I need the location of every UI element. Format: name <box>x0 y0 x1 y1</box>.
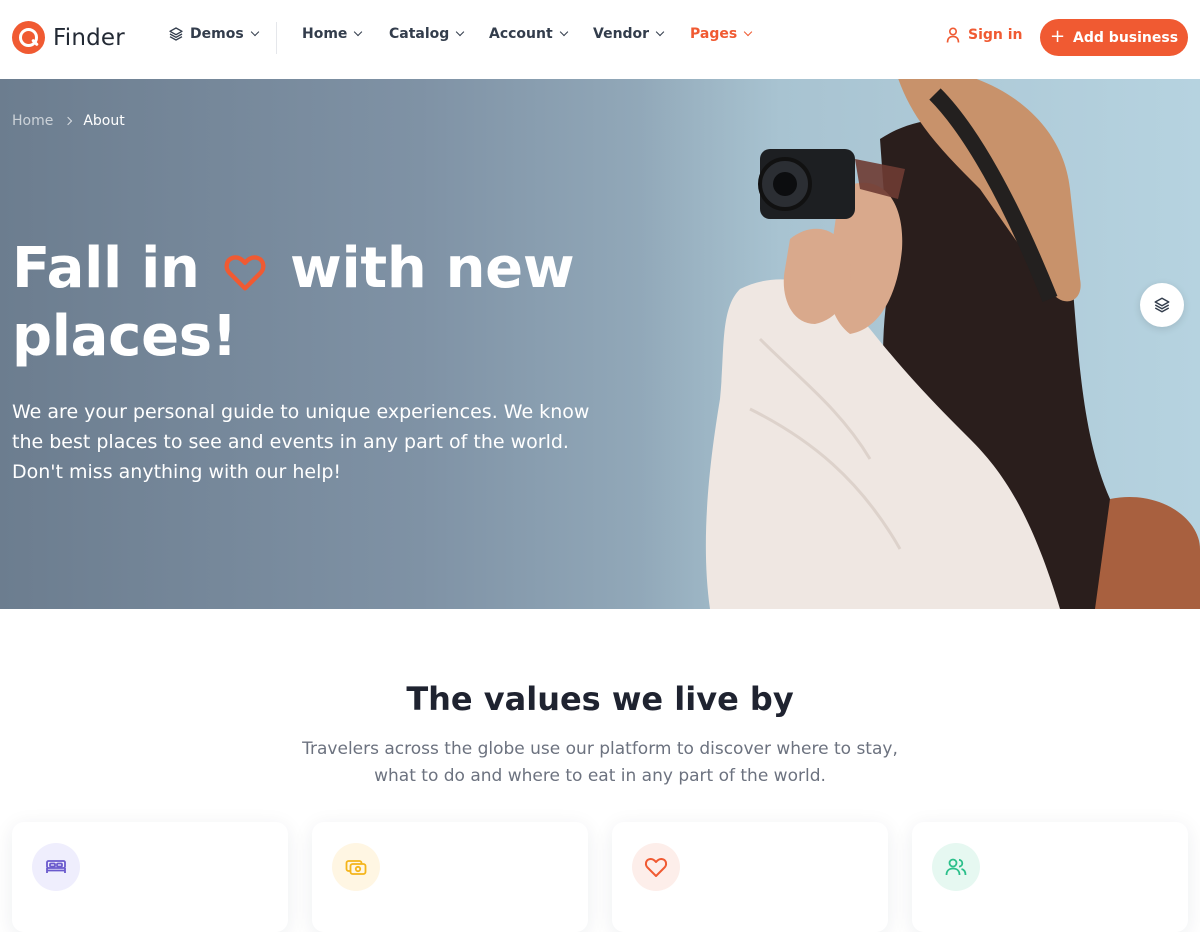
nav-vendor[interactable]: Vendor <box>593 26 665 42</box>
brand-name: Finder <box>53 24 125 51</box>
layers-icon <box>169 27 183 41</box>
bed-icon <box>32 843 80 891</box>
nav-pages[interactable]: Pages <box>690 26 753 42</box>
heart-icon <box>632 843 680 891</box>
hero-banner: Home About Fall in with new places! We a… <box>0 79 1200 609</box>
nav-home[interactable]: Home <box>302 26 363 42</box>
chevron-down-icon <box>655 27 665 37</box>
site-header: Finder Demos Home Catalog Account Vendor… <box>0 0 1200 78</box>
chevron-down-icon <box>354 27 363 37</box>
value-card-3 <box>612 822 888 932</box>
nav-demos[interactable]: Demos <box>168 26 259 42</box>
value-card-4 <box>912 822 1188 932</box>
sign-in-link[interactable]: Sign in <box>946 27 1023 43</box>
value-card-2 <box>312 822 588 932</box>
breadcrumb-current: About <box>83 113 125 129</box>
value-card-1 <box>12 822 288 932</box>
nav-home-label: Home <box>302 26 348 42</box>
plus-icon: + <box>1049 26 1066 47</box>
add-business-label: Add business <box>1073 29 1179 46</box>
add-business-button[interactable]: + Add business <box>1040 19 1188 56</box>
values-subtitle: Travelers across the globe use our platf… <box>302 739 898 786</box>
breadcrumb: Home About <box>12 113 125 129</box>
nav-vendor-label: Vendor <box>593 26 650 42</box>
sign-in-label: Sign in <box>968 27 1023 43</box>
chevron-right-icon <box>64 116 73 126</box>
search-logo-icon <box>12 21 45 54</box>
brand-logo[interactable]: Finder <box>12 21 125 54</box>
hero-title: Fall in with new places! <box>12 235 632 371</box>
chevron-down-icon <box>743 27 753 37</box>
heart-icon <box>224 255 266 291</box>
hero-description: We are your personal guide to unique exp… <box>12 401 590 483</box>
users-icon <box>932 843 980 891</box>
nav-account-label: Account <box>489 26 553 42</box>
chevron-down-icon <box>456 27 465 37</box>
nav-pages-label: Pages <box>690 26 738 42</box>
values-title: The values we live by <box>406 680 794 718</box>
user-icon <box>946 27 960 43</box>
nav-catalog-label: Catalog <box>389 26 450 42</box>
breadcrumb-home-link[interactable]: Home <box>12 113 53 129</box>
nav-account[interactable]: Account <box>489 26 568 42</box>
money-icon <box>332 843 380 891</box>
chevron-down-icon <box>559 27 568 37</box>
hero-title-part1: Fall in <box>12 236 200 301</box>
nav-demos-label: Demos <box>190 26 244 42</box>
layers-icon <box>1154 297 1170 313</box>
nav-catalog[interactable]: Catalog <box>389 26 465 42</box>
nav-divider <box>276 22 277 54</box>
hero-photo-woman-with-camera <box>640 79 1200 609</box>
chevron-down-icon <box>250 27 259 37</box>
layers-toggle-button[interactable] <box>1140 283 1184 327</box>
